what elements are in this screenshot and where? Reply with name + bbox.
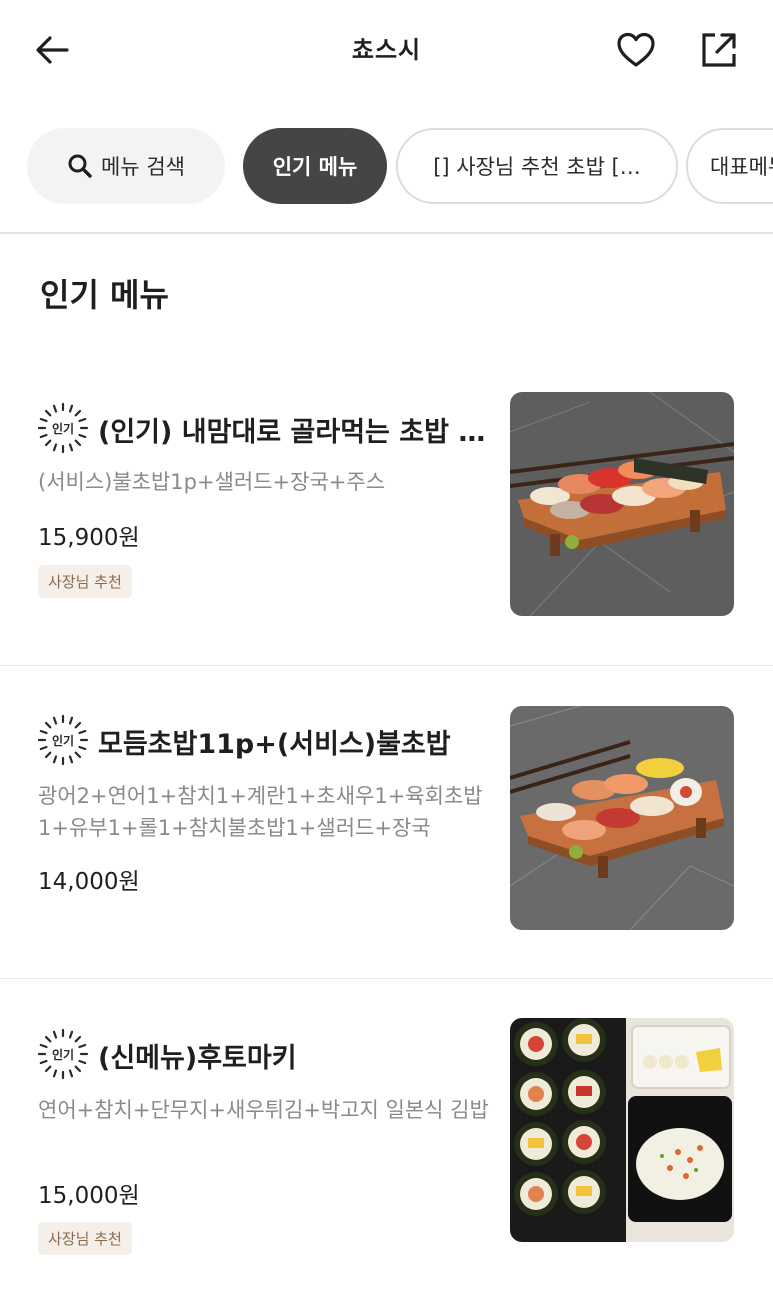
- owner-recommend-tag: 사장님 추천: [38, 1222, 132, 1255]
- popular-badge-icon: 인기: [37, 1028, 89, 1080]
- tab-representative-menu[interactable]: 대표메뉴: [686, 128, 773, 204]
- menu-item-image: [510, 1018, 734, 1242]
- badge-text: 인기: [52, 733, 74, 748]
- menu-search-label: 메뉴 검색: [101, 155, 185, 179]
- section-title: 인기 메뉴: [40, 276, 169, 314]
- item-divider: [0, 978, 773, 979]
- menu-item-description: (서비스)불초밥1p+샐러드+장국+주스: [38, 470, 386, 494]
- menu-item-3[interactable]: 인기 (신메뉴)후토마키 연어+참치+단무지+새우튀김+박고지 일본식 김밥 1…: [0, 1018, 773, 1255]
- tab-popular-menu[interactable]: 인기 메뉴: [243, 128, 387, 204]
- share-icon: [702, 33, 736, 67]
- popular-badge-icon: 인기: [37, 714, 89, 766]
- header: 쵸스시: [0, 0, 773, 100]
- owner-recommend-tag: 사장님 추천: [38, 565, 132, 598]
- menu-item-name: 모듬초밥11p+(서비스)불초밥: [98, 729, 451, 760]
- menu-item-2[interactable]: 인기 모듬초밥11p+(서비스)불초밥 광어2+연어1+참치1+계란1+초새우1…: [0, 706, 773, 932]
- menu-item-price: 14,000원: [38, 869, 140, 895]
- menu-item-description: 광어2+연어1+참치1+계란1+초새우1+육회초밥1+유부1+롤1+참치불초밥1…: [38, 784, 483, 840]
- menu-item-image: [510, 706, 734, 930]
- favorite-button[interactable]: [612, 26, 660, 74]
- menu-item-name: (인기) 내맘대로 골라먹는 초밥 세트: [98, 417, 492, 448]
- popular-badge-icon: 인기: [37, 402, 89, 454]
- heart-icon: [617, 32, 655, 67]
- category-chip-bar: 메뉴 검색 인기 메뉴 [] 사장님 추천 초밥 [… 대표메뉴: [0, 126, 773, 206]
- menu-search-chip[interactable]: 메뉴 검색: [27, 128, 225, 204]
- tab-owner-recommended[interactable]: [] 사장님 추천 초밥 […: [396, 128, 678, 204]
- badge-text: 인기: [52, 1047, 74, 1062]
- chip-bar-divider: [0, 232, 773, 234]
- search-icon: [67, 153, 93, 179]
- badge-text: 인기: [52, 421, 74, 436]
- menu-item-price: 15,900원: [38, 525, 140, 551]
- share-button[interactable]: [695, 26, 743, 74]
- item-divider: [0, 665, 773, 666]
- menu-item-description: 연어+참치+단무지+새우튀김+박고지 일본식 김밥: [38, 1098, 489, 1122]
- menu-item-price: 15,000원: [38, 1183, 140, 1209]
- menu-item-1[interactable]: 인기 (인기) 내맘대로 골라먹는 초밥 세트 (서비스)불초밥1p+샐러드+장…: [0, 392, 773, 618]
- menu-item-name: (신메뉴)후토마키: [98, 1043, 297, 1074]
- menu-item-image: [510, 392, 734, 616]
